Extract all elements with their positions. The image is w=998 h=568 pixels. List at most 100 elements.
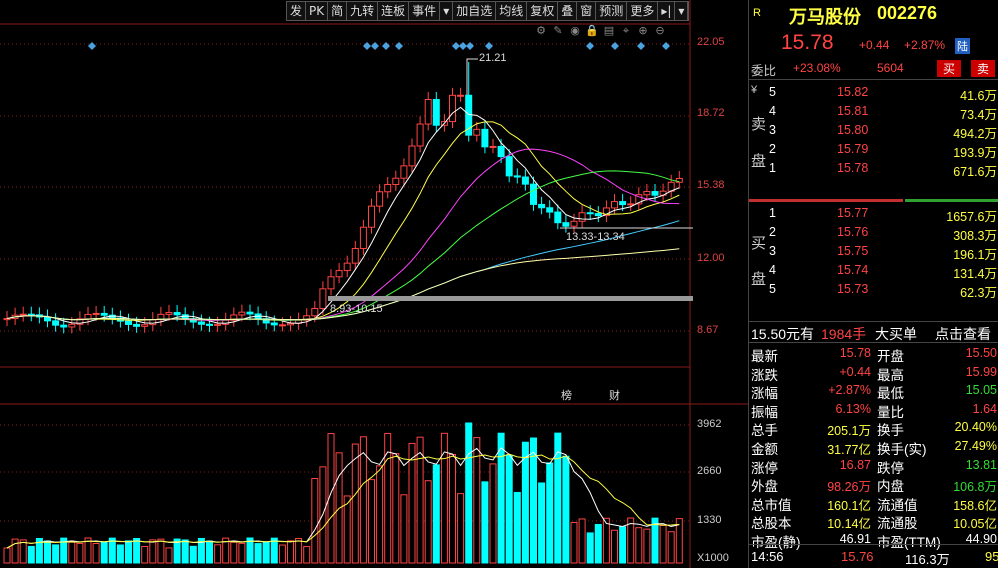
bid-row[interactable]: 2 15.76 308.3万 [749,223,998,243]
ask-row[interactable]: 3 15.80 494.2万 [749,121,998,141]
tick-price: 15.76 [841,549,874,564]
volume-bar [133,538,141,564]
toolbar-item[interactable]: 发 [287,2,307,20]
volume-bar [449,453,456,564]
level-price: 15.79 [837,142,869,156]
toolbar-item[interactable]: 简 [328,2,348,20]
big-order-row[interactable]: 15.50元有 1984手 大买单 点击查看 [749,321,998,343]
toolbar-item[interactable]: ▸| [658,2,676,20]
toolbar-item[interactable]: 叠 [558,2,578,20]
zoom-out-icon[interactable]: ⊖ [653,24,667,38]
level: 2 [769,142,776,156]
toolbar-item[interactable]: 复权 [527,2,559,20]
sell-button[interactable]: 卖 [971,60,996,77]
signal-diamond [382,42,390,50]
commission-ratio: +23.08% [793,61,841,75]
volume-tick: 2660 [697,465,722,477]
ask-row[interactable]: 1 15.78 671.6万 [749,159,998,179]
toolbar-item[interactable]: 连板 [378,2,410,20]
stats-row: 最新 15.78 开盘 15.50 [749,344,998,364]
signal-diamond [395,42,403,50]
toolbar-item[interactable]: 预测 [596,2,628,20]
stock-header: R 万马股份 002276 [749,3,998,27]
candle-body [400,165,408,179]
toolbar-item[interactable]: 均线 [496,2,528,20]
ask-row[interactable]: 4 15.81 73.4万 [749,102,998,122]
level-price: 15.77 [837,206,869,220]
bid-row[interactable]: 4 15.74 131.4万 [749,261,998,281]
stock-name: 万马股份 [789,7,861,27]
view-detail-link[interactable]: 点击查看 [935,324,991,344]
level-price: 15.73 [837,282,869,296]
volume-bar [376,465,384,564]
volume-bar [667,531,675,564]
toolbar-item[interactable]: 窗 [577,2,597,20]
ask-row[interactable]: 5 15.82 41.6万 [749,83,998,103]
zoom-in-icon[interactable]: ⊕ [636,24,650,38]
pin-icon[interactable]: ⌖ [619,24,633,38]
lock-icon[interactable]: 🔒 [585,24,599,38]
level-price: 15.80 [837,123,869,137]
candle-body [489,145,497,148]
toolbar-item[interactable]: 事件 [409,2,441,20]
volume-bar [659,524,667,564]
volume-bar [351,443,359,564]
kline-chart-area[interactable]: 21.21 8.93-10.15 13.33-13.34 榜财 发 PK 简九转 连板 事件 ▾… [0,0,748,568]
candle-body [343,262,351,272]
candle-body [586,212,594,215]
toolbar-item[interactable]: ▾ [675,2,689,20]
clipboard-icon[interactable]: ▤ [602,24,616,38]
level-price: 15.81 [837,104,869,118]
candle-body [594,213,602,217]
tick-volume: 116.3万 [905,552,950,567]
mid-range-label: 13.33-13.34 [566,231,625,243]
ma-line [6,106,680,324]
candle-body [546,207,554,213]
toolbar-item[interactable]: PK [306,2,329,20]
bid-row[interactable]: 1 15.77 1657.6万 [749,204,998,224]
volume-bar [76,542,84,564]
bid-row[interactable]: 3 15.75 196.1万 [749,242,998,262]
candle-body [351,247,359,264]
kline-svg[interactable]: 21.21 8.93-10.15 13.33-13.34 榜 财 [0,0,748,568]
signal-diamond [88,42,96,50]
volume-bar [165,547,173,564]
ask-bar [749,199,903,202]
level: 4 [769,104,776,118]
candle-body [27,313,35,316]
candle-body [611,201,618,209]
stats-row: 总手 205.1万 换手 20.40% [749,418,998,438]
stat-value: +0.44 [839,364,871,379]
bid-row[interactable]: 5 15.73 62.3万 [749,280,998,300]
toolbar-item[interactable]: 加自选 [453,2,497,20]
volume-bar [52,544,60,564]
stats-row: 金额 31.77亿 换手(实) 27.49% [749,437,998,457]
volume-bar [116,544,124,564]
ask-row[interactable]: 2 15.79 193.9万 [749,140,998,160]
volume-bar [3,547,11,564]
signal-diamond [459,42,467,50]
toolbar-item[interactable]: 九转 [347,2,379,20]
settings-icon[interactable]: ⚙ [534,24,548,38]
volume-bar [68,541,76,564]
candle-body [133,323,141,327]
volume-tick: 3962 [697,418,722,430]
volume-bar [602,517,610,564]
candle-body [278,324,286,327]
toolbar-item[interactable]: 更多 [627,2,659,20]
candle-body [505,156,513,177]
pen-icon[interactable]: ✎ [551,24,565,38]
volume-bar [44,540,51,564]
volume-bar [125,540,132,564]
candle-body [651,191,659,196]
stat-value: 20.40% [954,420,997,435]
tick-extra: 95 [985,549,998,564]
price-pct: +2.87% [904,38,946,52]
r-badge: R [753,7,761,19]
toolbar-item[interactable]: ▾ [440,2,454,20]
candle-body [52,320,60,326]
volume-bar [19,539,27,564]
volume-bar [586,532,594,564]
eye-icon[interactable]: ◉ [568,24,582,38]
buy-button[interactable]: 买 [937,60,962,77]
